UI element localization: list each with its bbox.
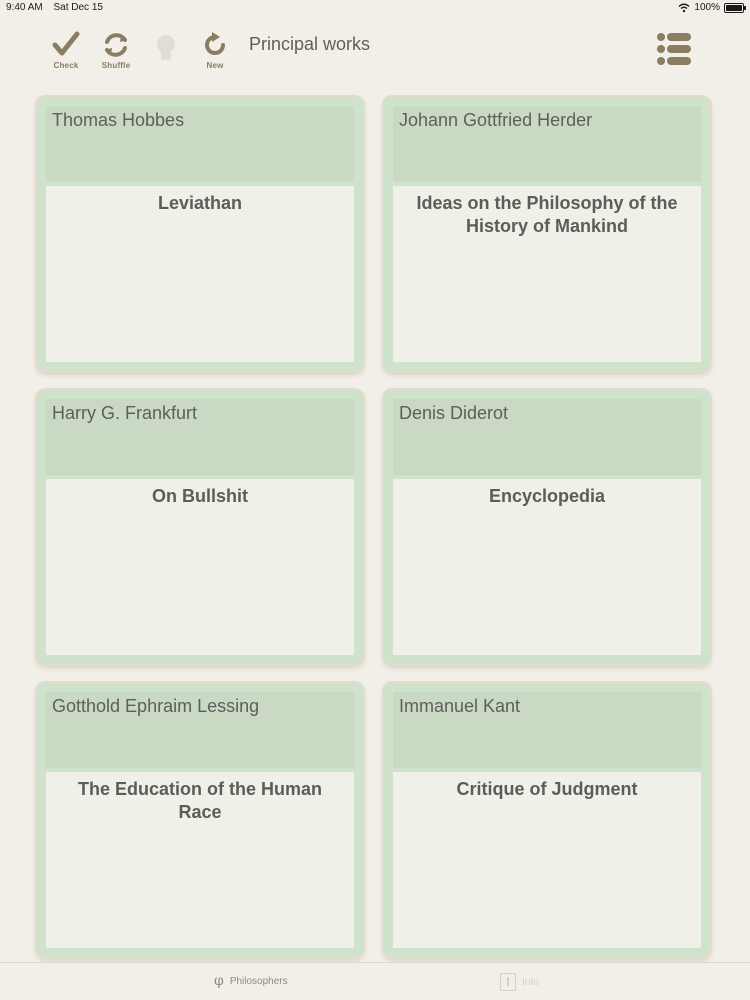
battery-icon (724, 2, 746, 13)
card-header[interactable]: Harry G. Frankfurt (46, 399, 354, 475)
philosopher-name: Gotthold Ephraim Lessing (52, 696, 260, 716)
check-button[interactable]: Check (46, 30, 86, 74)
card-drop-area[interactable]: Ideas on the Philosophy of the History o… (393, 186, 701, 362)
card-drop-area[interactable]: On Bullshit (46, 479, 354, 655)
card-drop-area[interactable]: Critique of Judgment (393, 772, 701, 948)
wifi-icon (678, 3, 690, 12)
card-header[interactable]: Johann Gottfried Herder (393, 106, 701, 182)
work-title[interactable]: Leviathan (46, 186, 354, 215)
card-drop-area[interactable]: The Education of the Human Race (46, 772, 354, 948)
card-drop-area[interactable]: Leviathan (46, 186, 354, 362)
battery-percent: 100% (694, 2, 720, 13)
menu-button[interactable] (656, 32, 694, 68)
card-lessing[interactable]: Gotthold Ephraim Lessing The Education o… (37, 683, 363, 957)
shuffle-label: Shuffle (101, 61, 131, 70)
refresh-icon (205, 32, 225, 55)
page-title: Principal works (249, 34, 371, 54)
toolbar: Check Shuffle New Principal works (0, 16, 750, 76)
shuffle-icon (105, 33, 127, 57)
work-title[interactable]: The Education of the Human Race (46, 772, 354, 824)
work-title[interactable]: On Bullshit (46, 479, 354, 508)
card-drop-area[interactable]: Encyclopedia (393, 479, 701, 655)
phi-icon: φ (214, 973, 224, 989)
card-header[interactable]: Immanuel Kant (393, 692, 701, 768)
card-hobbes[interactable]: Thomas Hobbes Leviathan (37, 97, 363, 371)
lightbulb-icon (157, 35, 175, 60)
card-header[interactable]: Gotthold Ephraim Lessing (46, 692, 354, 768)
work-title[interactable]: Encyclopedia (393, 479, 701, 508)
philosopher-name: Harry G. Frankfurt (52, 403, 198, 423)
philosopher-name: Johann Gottfried Herder (399, 110, 593, 130)
card-kant[interactable]: Immanuel Kant Critique of Judgment (384, 683, 710, 957)
card-frankfurt[interactable]: Harry G. Frankfurt On Bullshit (37, 390, 363, 664)
status-left: 9:40 AM Sat Dec 15 (6, 2, 103, 13)
card-herder[interactable]: Johann Gottfried Herder Ideas on the Phi… (384, 97, 710, 371)
tab-philosophers[interactable]: φ Philosophers (214, 973, 288, 989)
shuffle-button[interactable]: Shuffle (96, 30, 136, 74)
tab-bar: φ Philosophers Info (0, 962, 750, 1000)
tab-info[interactable]: Info (500, 973, 539, 991)
philosopher-name: Denis Diderot (399, 403, 509, 423)
info-icon (500, 973, 516, 991)
work-title[interactable]: Ideas on the Philosophy of the History o… (393, 186, 701, 238)
list-menu-icon (657, 33, 691, 65)
checkmark-icon (52, 31, 80, 56)
hint-button[interactable] (146, 30, 186, 74)
status-date: Sat Dec 15 (53, 2, 103, 13)
status-right: 100% (678, 2, 746, 13)
new-button[interactable]: New (195, 30, 235, 74)
philosopher-name: Immanuel Kant (399, 696, 521, 716)
screen: 9:40 AM Sat Dec 15 100% Check Shuffle Ne… (0, 0, 750, 1000)
work-title[interactable]: Critique of Judgment (393, 772, 701, 801)
tab-info-label: Info (522, 976, 539, 988)
card-header[interactable]: Denis Diderot (393, 399, 701, 475)
new-label: New (206, 61, 224, 70)
card-diderot[interactable]: Denis Diderot Encyclopedia (384, 390, 710, 664)
check-label: Check (53, 61, 79, 70)
tab-philosophers-label: Philosophers (229, 975, 288, 987)
status-bar: 9:40 AM Sat Dec 15 100% (0, 0, 750, 16)
status-time: 9:40 AM (6, 2, 43, 13)
philosopher-name: Thomas Hobbes (52, 110, 185, 130)
card-header[interactable]: Thomas Hobbes (46, 106, 354, 182)
